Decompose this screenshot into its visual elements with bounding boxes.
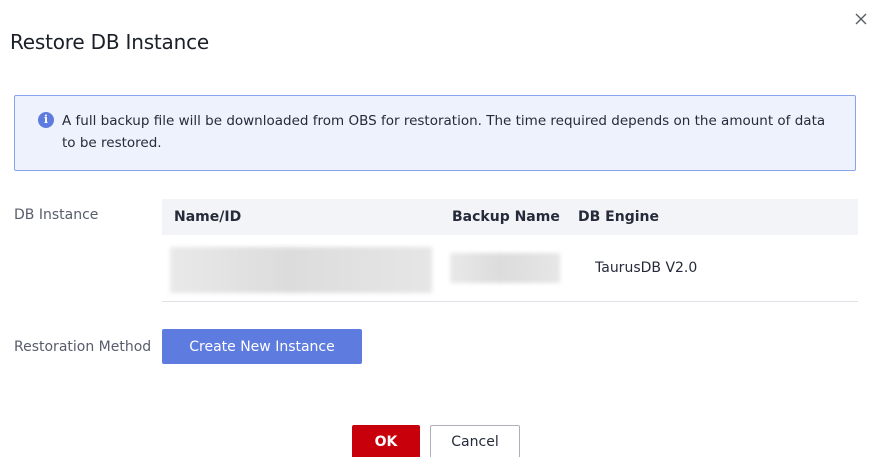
notice-text: A full backup file will be downloaded fr…	[62, 113, 826, 151]
redacted-backup-name	[450, 253, 560, 283]
column-header-backup-name: Backup Name	[452, 209, 560, 225]
ok-button[interactable]: OK	[352, 425, 420, 457]
table-header: Name/ID Backup Name DB Engine	[162, 199, 858, 235]
close-icon[interactable]	[852, 10, 870, 28]
db-instance-table: Name/ID Backup Name DB Engine TaurusDB V…	[162, 199, 858, 302]
cancel-button[interactable]: Cancel	[430, 425, 520, 457]
table-row: TaurusDB V2.0	[162, 235, 858, 302]
column-header-db-engine: DB Engine	[578, 209, 659, 225]
db-engine-value: TaurusDB V2.0	[595, 260, 698, 276]
info-icon: i	[38, 112, 54, 128]
info-notice: i A full backup file will be downloaded …	[14, 95, 856, 171]
restoration-method-label: Restoration Method	[14, 339, 152, 355]
column-header-name-id: Name/ID	[174, 209, 242, 225]
create-new-instance-button[interactable]: Create New Instance	[162, 329, 362, 364]
dialog-title: Restore DB Instance	[10, 30, 209, 54]
db-instance-label: DB Instance	[14, 207, 99, 223]
redacted-name-id	[170, 247, 432, 293]
restore-db-instance-dialog: Restore DB Instance i A full backup file…	[0, 0, 872, 457]
